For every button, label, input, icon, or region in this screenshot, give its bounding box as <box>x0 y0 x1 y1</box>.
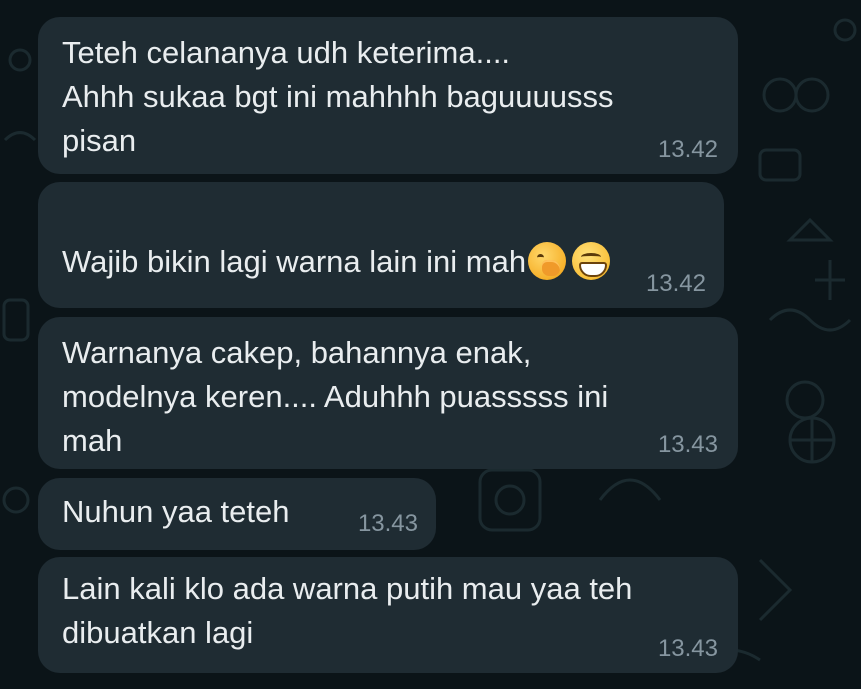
message-bubble[interactable]: Teteh celananya udh keterima.... Ahhh su… <box>38 17 738 174</box>
message-timestamp: 13.43 <box>657 635 718 662</box>
message-timestamp: 13.42 <box>657 136 718 163</box>
message-bubble[interactable]: Wajib bikin lagi warna lain ini mah 13.4… <box>38 182 724 308</box>
grinning-face-icon <box>572 242 611 280</box>
face-with-hand-over-mouth-icon <box>528 242 567 280</box>
message-text: Wajib bikin lagi warna lain ini mah <box>62 244 527 279</box>
message-text: Warnanya cakep, bahannya enak, modelnya … <box>62 335 609 458</box>
message-bubble[interactable]: Nuhun yaa teteh 13.43 <box>38 478 436 550</box>
message-bubble[interactable]: Lain kali klo ada warna putih mau yaa te… <box>38 557 738 673</box>
message-timestamp: 13.43 <box>657 431 718 458</box>
message-timestamp: 13.42 <box>645 270 706 297</box>
message-timestamp: 13.43 <box>357 510 418 537</box>
chat-window[interactable]: Teteh celananya udh keterima.... Ahhh su… <box>0 0 861 689</box>
message-text-line: Wajib bikin lagi warna lain ini mah <box>62 196 611 284</box>
message-text: Nuhun yaa teteh <box>62 494 290 529</box>
message-text: Lain kali klo ada warna putih mau yaa te… <box>62 571 633 650</box>
message-text: Teteh celananya udh keterima.... Ahhh su… <box>62 35 614 158</box>
message-bubble[interactable]: Warnanya cakep, bahannya enak, modelnya … <box>38 317 738 469</box>
